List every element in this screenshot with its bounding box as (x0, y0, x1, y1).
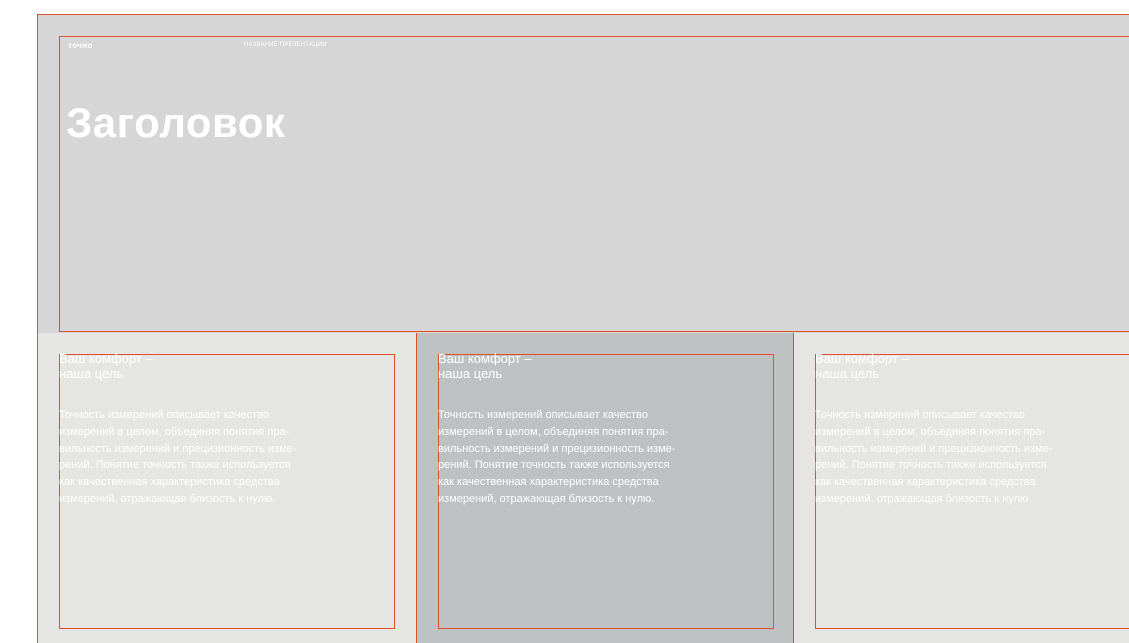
card-body: Точность измерений описывает качество из… (438, 407, 774, 508)
card-heading: Ваш комфорт – наша цель (438, 351, 532, 381)
card-body-line: как качественная характеристика средства (815, 476, 1036, 489)
slide-title[interactable]: Заголовок (66, 99, 285, 147)
slide-canvas: точно НАЗВАНИЕ ПРЕЗЕНТАЦИИ Заголовок Ваш… (37, 14, 1129, 643)
card-body-line: измерений, отражающая близость к нулю. (438, 492, 655, 505)
card-body-line: вильность измерений и прецизионность изм… (438, 442, 676, 455)
hero-guide-frame (59, 36, 1129, 332)
card-body: Точность измерений описывает качество из… (59, 407, 395, 508)
card-body-line: измерений в целом, объединяя понятия пра… (438, 425, 669, 438)
card-2[interactable]: Ваш комфорт – наша цель Точность измерен… (416, 333, 794, 643)
card-body-line: измерений, отражающая близость к нулю. (59, 492, 276, 505)
card-body-line: измерений, отражающая близость к нулю (815, 492, 1029, 505)
card-body-line: рений. Понятие точность также использует… (59, 459, 291, 472)
presentation-name: НАЗВАНИЕ ПРЕЗЕНТАЦИИ (244, 42, 327, 48)
card-body: Точность измерений описывает качество из… (815, 407, 1129, 508)
brand-logo-text: точно (68, 41, 93, 50)
card-3[interactable]: Ваш комфорт – наша цель Точность измерен… (794, 333, 1129, 643)
card-heading: Ваш комфорт – наша цель (59, 351, 153, 381)
card-body-line: вильность измерений и прецизионность изм… (59, 442, 297, 455)
cards-row: Ваш комфорт – наша цель Точность измерен… (38, 333, 1129, 643)
card-body-line: рений. Понятие точность также использует… (815, 459, 1047, 472)
card-body-line: Точность измерений описывает качество (59, 409, 269, 421)
card-body-line: как качественная характеристика средства (438, 476, 659, 489)
card-heading: Ваш комфорт – наша цель (815, 351, 909, 381)
card-1[interactable]: Ваш комфорт – наша цель Точность измерен… (38, 333, 416, 643)
card-body-line: Точность измерений описывает качество (438, 409, 648, 421)
card-body-line: вильность измерений и прецизионность изм… (815, 442, 1053, 455)
card-body-line: рений. Понятие точность также использует… (438, 459, 670, 472)
card-body-line: как качественная характеристика средства (59, 476, 280, 489)
card-body-line: измерений в целом, объединяя понятия пра… (815, 425, 1046, 438)
card-body-line: измерений в целом, объединяя понятия пра… (59, 425, 290, 438)
card-body-line: Точность измерений описывает качество (815, 409, 1025, 421)
